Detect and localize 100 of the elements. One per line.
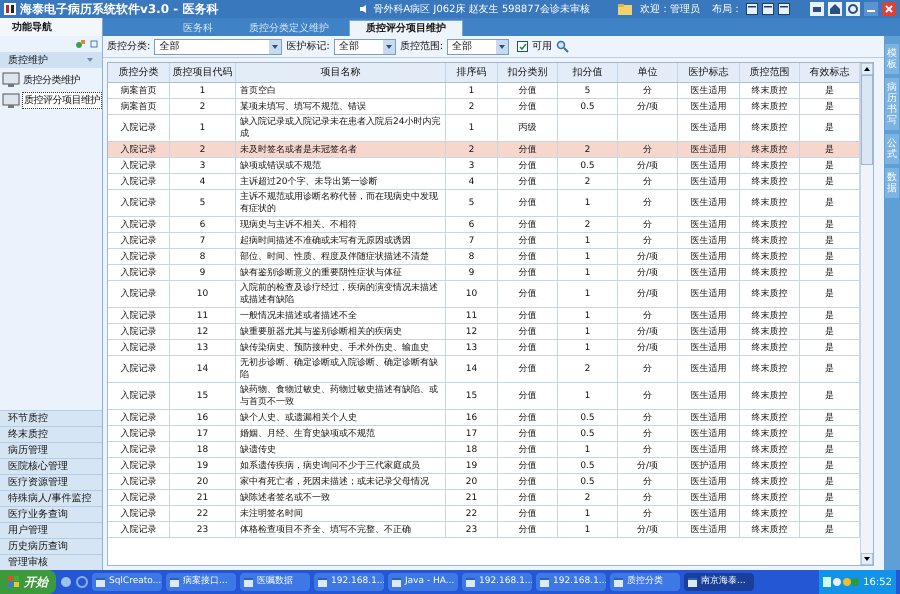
dropdown-caret-icon[interactable] (382, 40, 395, 54)
table-cell: 9 (200, 266, 206, 278)
table-cell: 分 (643, 390, 652, 402)
table-row[interactable]: 入院记录 17 婚姻、月经、生育史缺项或不规范 17 分值 0.5 分 医生适用 终末质控 是 (108, 426, 860, 442)
monitor-icon (2, 92, 20, 108)
column-header[interactable]: 单位 (618, 63, 678, 82)
table-row[interactable]: 入院记录 4 主诉超过20个字、未导出第一诊断 4 分值 2 分 医生适用 终末质控 是 (108, 174, 860, 190)
column-header[interactable]: 扣分类别 (498, 63, 558, 82)
table-cell: 14 (466, 363, 478, 375)
table-cell: 7 (468, 234, 474, 246)
table-row[interactable]: 入院记录 21 缺陈述者签名或不一致 21 分值 2 分 医生适用 终末质控 是 (108, 490, 860, 506)
sidebar-item[interactable]: 质控评分项目维护 (22, 92, 102, 109)
table-row[interactable]: 入院记录 14 无初步诊断、确定诊断或入院诊断、确定诊断有缺陷 14 分值 2 分 医生适用 终末质控 是 (108, 356, 860, 383)
table-cell: 终末质控 (752, 326, 788, 338)
scroll-up-icon[interactable] (861, 63, 873, 75)
table-row[interactable]: 入院记录 6 现病史与主诉不相关、不相符 6 分值 2 分 医生适用 终末质控 是 (108, 217, 860, 233)
layout-icon[interactable] (778, 3, 790, 15)
column-header[interactable]: 质控范围 (740, 63, 800, 82)
nav-group[interactable]: 管理审核 (0, 554, 102, 570)
table-row[interactable]: 入院记录 20 家中有死亡者，死因未描述；或未记录父母情况 20 分值 0.5 分 医生适用 终末质控 是 (108, 474, 860, 490)
minimize-icon[interactable] (864, 2, 878, 16)
filter-select[interactable]: 全部 (334, 38, 396, 54)
nav-group[interactable]: 医疗业务查询 (0, 506, 102, 522)
table-row[interactable]: 入院记录 23 体格检查项目不齐全、填写不完整、不正确 23 分值 1 分/项 医生适用 终末质控 是 (108, 522, 860, 538)
table-row[interactable]: 入院记录 19 如系遗传疾病，病史询问不少于三代家庭成员 19 分值 0.5 分/项 医护适用 终末质控 是 (108, 458, 860, 474)
table-row[interactable]: 入院记录 3 缺项或错误或不规范 3 分值 0.5 分/项 医生适用 终末质控 是 (108, 158, 860, 174)
table-row[interactable]: 入院记录 9 缺有鉴别诊断意义的重要阴性症状与体征 9 分值 1 分/项 医生适用 终末质控 是 (108, 265, 860, 281)
search-icon[interactable] (556, 40, 570, 53)
help-icon[interactable] (846, 2, 860, 16)
folder-icon[interactable] (618, 4, 632, 14)
filter-select[interactable]: 全部 (447, 38, 510, 54)
table-cell: 11 (196, 310, 208, 322)
table-cell: 分/项 (636, 160, 658, 172)
table-row[interactable]: 入院记录 22 未注明签名时间 22 分值 1 分 医生适用 终末质控 是 (108, 506, 860, 522)
scrollbar[interactable] (860, 63, 873, 565)
scroll-down-icon[interactable] (861, 553, 873, 565)
nav-group[interactable]: 特殊病人/事件监控 (0, 490, 102, 506)
table-cell: 终末质控 (752, 476, 788, 488)
table-cell: 医生适用 (690, 144, 726, 156)
scroll-thumb[interactable] (861, 75, 873, 165)
taskbar-item[interactable]: SqlCreato... (92, 573, 162, 591)
column-header[interactable]: 排序码 (446, 63, 498, 82)
table-row[interactable]: 病案首页 2 某项未填写、填写不规范、错误 2 分值 0.5 分/项 医生适用 终末质控 是 (108, 99, 860, 115)
table-cell: 缺有鉴别诊断意义的重要阴性症状与体征 (240, 266, 402, 278)
nav-group[interactable]: 终末质控 (0, 426, 102, 442)
column-header[interactable]: 扣分值 (558, 63, 618, 82)
column-header[interactable]: 项目名称 (236, 63, 446, 82)
nav-group[interactable]: 用户管理 (0, 522, 102, 538)
layout-icon[interactable] (746, 3, 758, 15)
table-row[interactable]: 入院记录 2 未及时签名或者是未冠签名者 2 分值 2 分 医生适用 终末质控 是 (108, 142, 860, 158)
nav-group[interactable]: 环节质控 (0, 410, 102, 426)
column-header[interactable]: 质控项目代码 (170, 63, 236, 82)
browser-icon[interactable] (76, 576, 88, 588)
taskbar-item[interactable]: Java - HA... (388, 573, 458, 591)
table-row[interactable]: 入院记录 12 缺重要脏器尤其与鉴别诊断相关的疾病史 12 分值 1 分/项 医生适用 终末质控 是 (108, 324, 860, 340)
table-row[interactable]: 入院记录 5 主诉不规范或用诊断名称代替，而在现病史中发现有症状的 5 分值 1 分 医生适用 终末质控 是 (108, 190, 860, 217)
table-cell: 10 (466, 288, 478, 300)
table-row[interactable]: 入院记录 13 缺传染病史、预防接种史、手术外伤史、输血史 13 分值 1 分/项 医生适用 终末质控 是 (108, 340, 860, 356)
sidebar-tab[interactable]: 功能导航 (0, 18, 103, 36)
shapes-icon[interactable] (76, 39, 86, 49)
close-icon[interactable] (882, 2, 896, 16)
pin-icon[interactable] (90, 40, 98, 48)
table-row[interactable]: 入院记录 16 缺个人史、或遗漏相关个人史 16 分值 0.5 分 医生适用 终末质控 是 (108, 410, 860, 426)
section-header[interactable]: 质控维护 (0, 52, 102, 68)
nav-group[interactable]: 病历管理 (0, 442, 102, 458)
taskbar-item[interactable]: 南京海泰... (684, 573, 754, 591)
monitor-icon (2, 72, 20, 88)
dropdown-caret-icon[interactable] (269, 40, 282, 54)
table-cell: 1 (584, 444, 590, 456)
home-icon[interactable] (828, 2, 842, 16)
table-row[interactable]: 入院记录 8 部位、时间、性质、程度及伴随症状描述不清楚 8 分值 1 分/项 医生适用 终末质控 是 (108, 249, 860, 265)
taskbar-item[interactable]: 病案接口... (166, 573, 236, 591)
table-row[interactable]: 入院记录 15 缺药物、食物过敏史、药物过敏史描述有缺陷、或与首页不一致 15 分值 1 分 医生适用 终末质控 是 (108, 383, 860, 410)
table-cell: 终末质控 (752, 363, 788, 375)
table-row[interactable]: 病案首页 1 首页空白 1 分值 5 分 医生适用 终末质控 是 (108, 83, 860, 99)
table-cell: 医生适用 (690, 492, 726, 504)
table-row[interactable]: 入院记录 1 缺入院记录或入院记录未在患者入院后24小时内完成 1 丙级 医生适用 终末质控 是 (108, 115, 860, 142)
filter-select[interactable]: 全部 (154, 38, 282, 54)
dropdown-caret-icon[interactable] (496, 40, 508, 54)
quick-launch-icon[interactable] (60, 576, 72, 588)
tray-icons[interactable] (823, 577, 860, 587)
nav-group[interactable]: 历史病历查询 (0, 538, 102, 554)
column-header[interactable]: 医护标志 (678, 63, 740, 82)
layout-icon[interactable] (762, 3, 774, 15)
available-checkbox[interactable] (517, 41, 528, 52)
table-cell: 分值 (518, 160, 536, 172)
taskbar-item[interactable]: 医嘱数据 (240, 573, 310, 591)
table-cell: 分值 (518, 197, 536, 209)
nav-group[interactable]: 医院核心管理 (0, 458, 102, 474)
table-row[interactable]: 入院记录 7 起病时间描述不准确或未写有无原因或诱因 7 分值 1 分 医生适用 终末质控 是 (108, 233, 860, 249)
taskbar-item[interactable]: 质控分类 (610, 573, 680, 591)
table-row[interactable]: 入院记录 11 一般情况未描述或者描述不全 11 分值 1 分 医生适用 终末质控 是 (108, 308, 860, 324)
nav-group[interactable]: 医疗资源管理 (0, 474, 102, 490)
table-cell: 12 (466, 326, 478, 338)
column-header[interactable]: 质控分类 (108, 63, 170, 82)
table-row[interactable]: 入院记录 10 入院前的检查及诊疗经过，疾病的演变情况未描述或描述有缺陷 10 分值 1 分/项 医生适用 终末质控 是 (108, 281, 860, 308)
tab[interactable]: 质控评分项目维护 (349, 20, 463, 36)
table-row[interactable]: 入院记录 18 缺遗传史 18 分值 1 分 医生适用 终末质控 是 (108, 442, 860, 458)
start-button[interactable]: 开始 (0, 570, 56, 594)
sidebar-item[interactable]: 质控分类维护 (22, 72, 81, 88)
